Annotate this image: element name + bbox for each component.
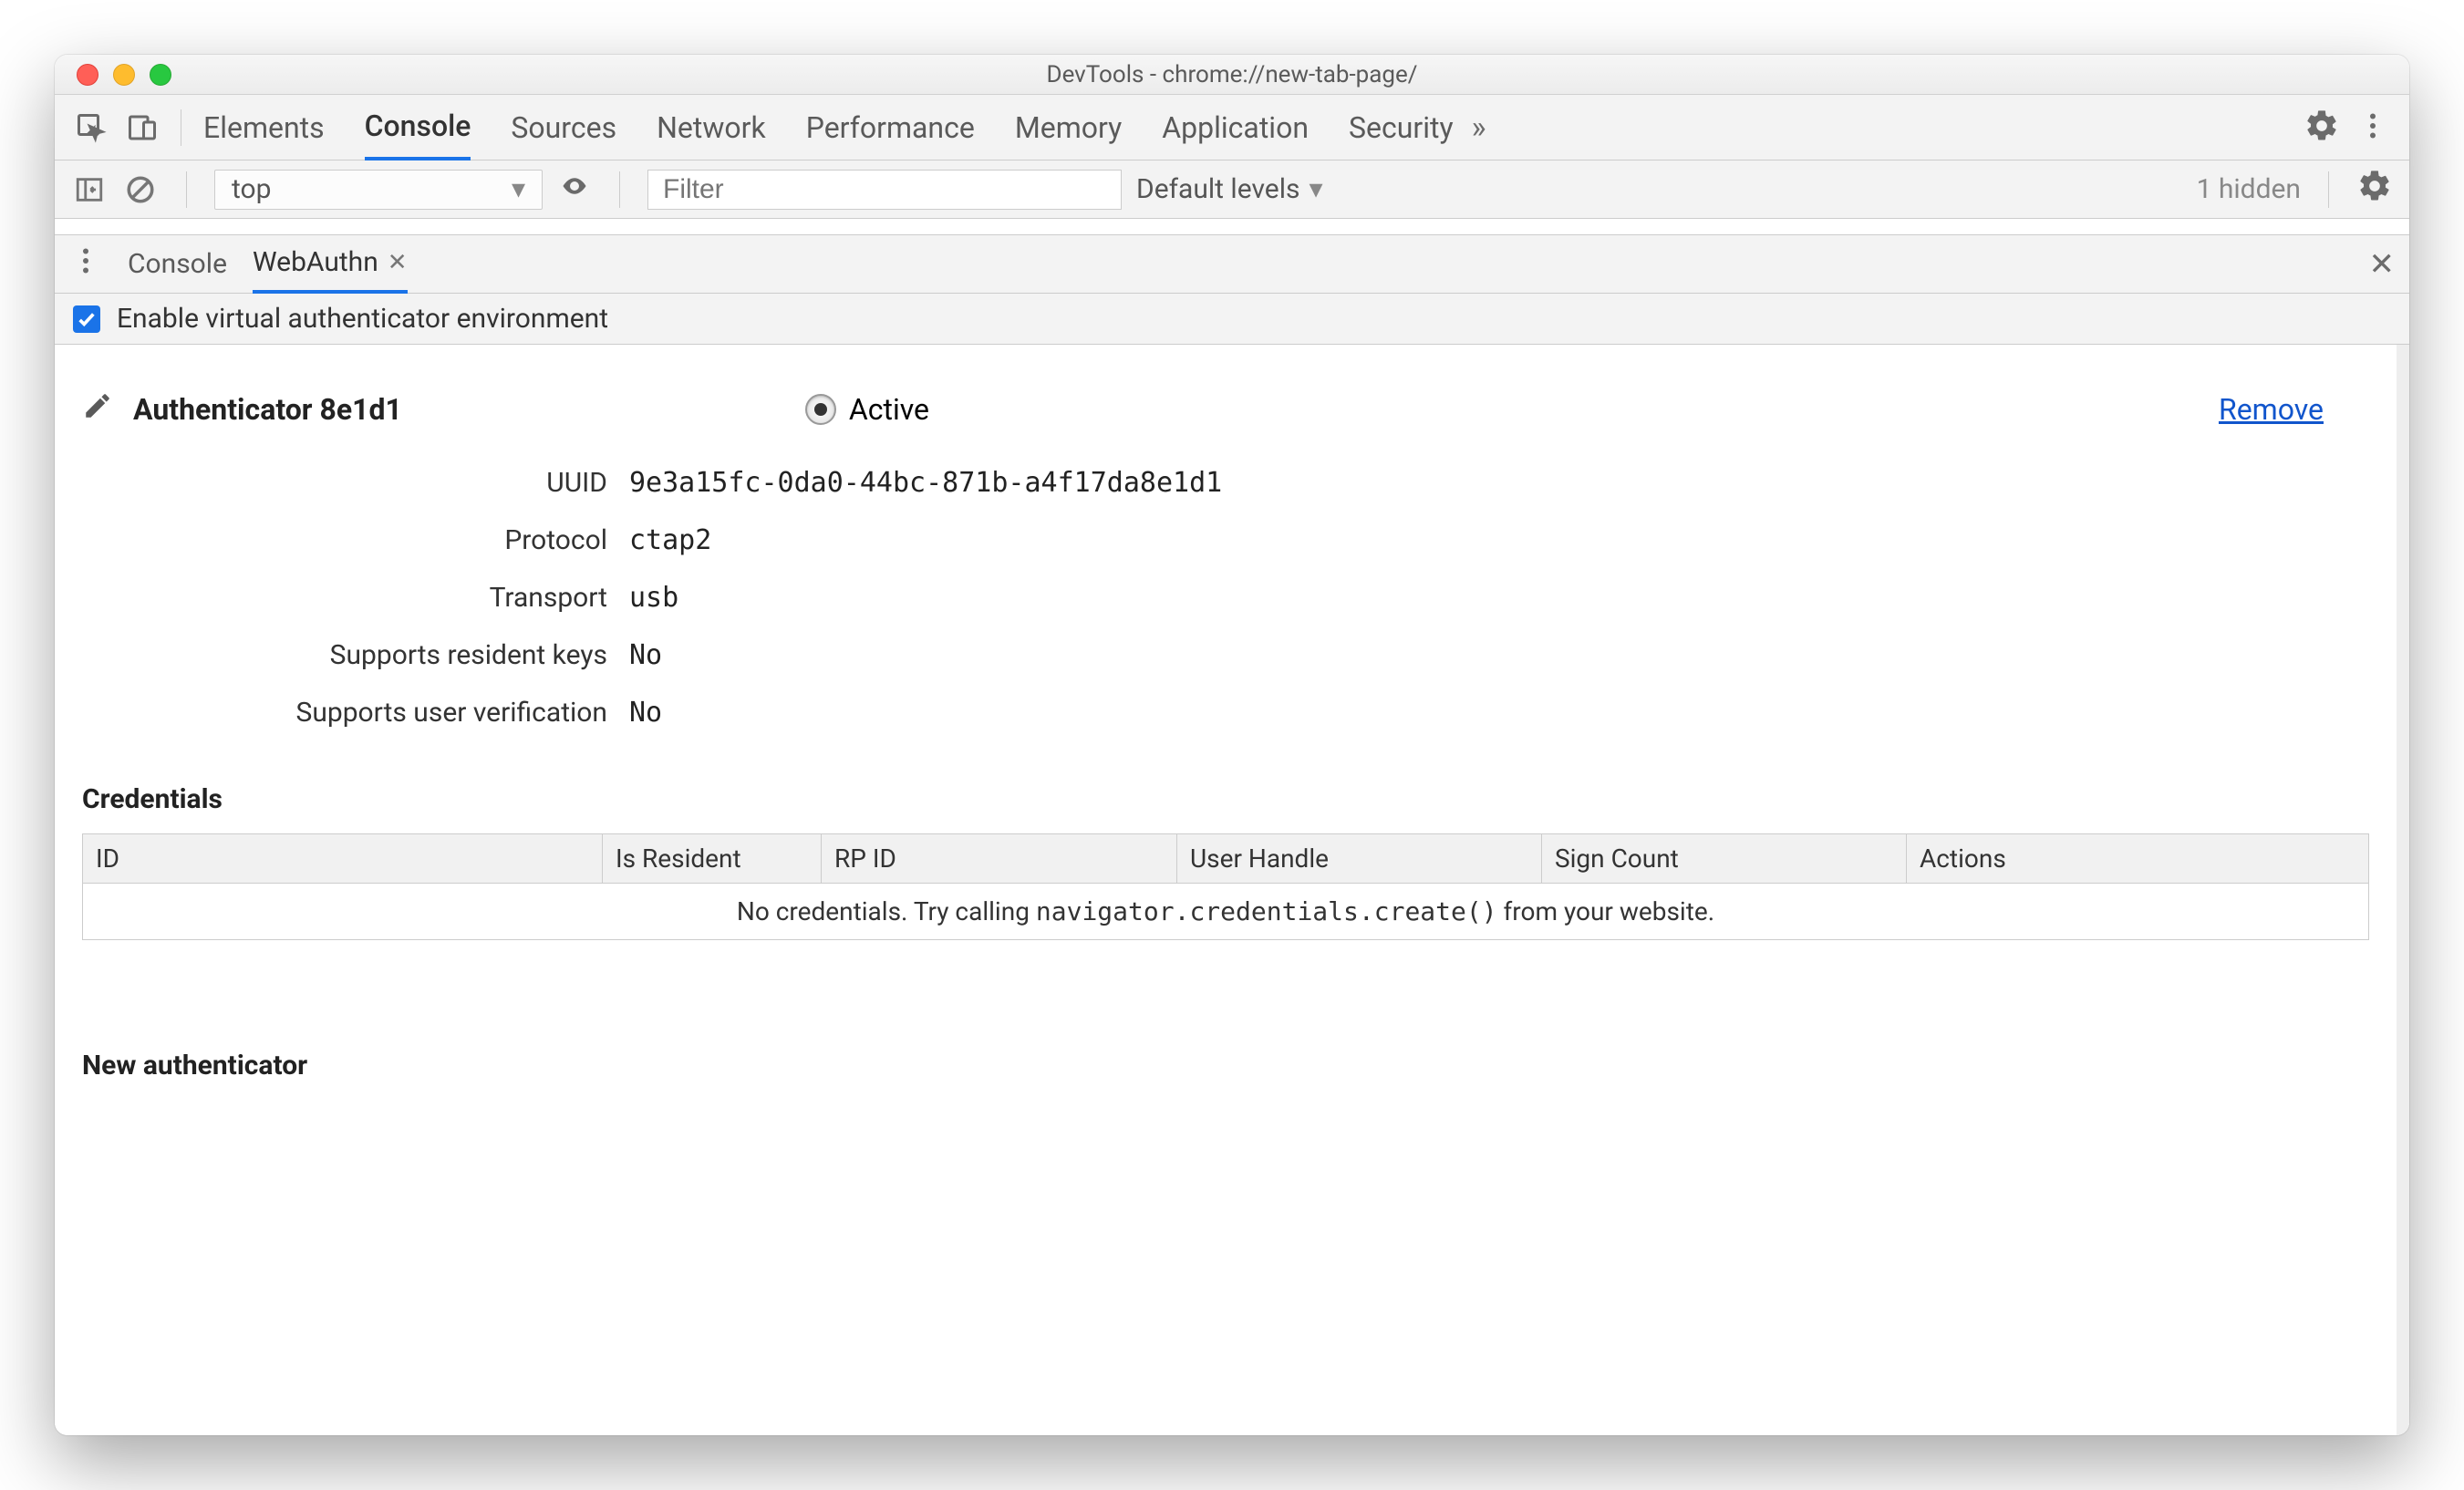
divider bbox=[619, 171, 620, 208]
filter-input[interactable] bbox=[647, 170, 1122, 210]
col-id[interactable]: ID bbox=[83, 834, 603, 884]
prop-value-uuid: 9e3a15fc-0da0-44bc-871b-a4f17da8e1d1 bbox=[629, 467, 2369, 499]
active-label: Active bbox=[849, 392, 929, 427]
close-tab-icon[interactable]: ✕ bbox=[388, 249, 408, 276]
tab-performance[interactable]: Performance bbox=[806, 95, 975, 160]
context-selector[interactable]: top ▾ bbox=[214, 170, 543, 210]
remove-authenticator-link[interactable]: Remove bbox=[2219, 392, 2324, 427]
drawer-tab-label: Console bbox=[128, 248, 227, 280]
log-levels-selector[interactable]: Default levels ▾ bbox=[1136, 173, 1323, 205]
drawer-tab-label: WebAuthn bbox=[253, 246, 378, 278]
devtools-window: DevTools - chrome://new-tab-page/ Elemen… bbox=[55, 55, 2409, 1435]
main-tabstrip: Elements Console Sources Network Perform… bbox=[55, 95, 2409, 160]
authenticator-name: Authenticator 8e1d1 bbox=[133, 392, 402, 427]
drawer-tab-console[interactable]: Console bbox=[128, 235, 227, 294]
tab-network[interactable]: Network bbox=[657, 95, 766, 160]
enable-virtual-auth-checkbox[interactable] bbox=[73, 305, 100, 333]
console-toolbar: top ▾ Default levels ▾ 1 hidden bbox=[55, 160, 2409, 219]
panel-gap bbox=[55, 219, 2409, 235]
drawer-menu-icon[interactable] bbox=[69, 244, 102, 285]
prop-label-transport: Transport bbox=[82, 582, 629, 614]
log-levels-label: Default levels bbox=[1136, 173, 1299, 205]
col-rpid[interactable]: RP ID bbox=[822, 834, 1177, 884]
window-controls bbox=[55, 64, 171, 86]
settings-icon[interactable] bbox=[2304, 108, 2340, 148]
active-radio[interactable] bbox=[805, 394, 836, 425]
live-expression-icon[interactable] bbox=[557, 172, 592, 207]
minimize-window-button[interactable] bbox=[113, 64, 135, 86]
prop-value-userver: No bbox=[629, 697, 2369, 729]
tab-sources[interactable]: Sources bbox=[511, 95, 616, 160]
edit-name-icon[interactable] bbox=[82, 390, 113, 429]
hidden-messages-count[interactable]: 1 hidden bbox=[2197, 173, 2301, 205]
prop-value-resident: No bbox=[629, 639, 2369, 671]
more-options-icon[interactable] bbox=[2356, 109, 2389, 146]
prop-label-protocol: Protocol bbox=[82, 524, 629, 556]
zoom-window-button[interactable] bbox=[150, 64, 171, 86]
authenticator-properties: UUID 9e3a15fc-0da0-44bc-871b-a4f17da8e1d… bbox=[82, 467, 2369, 729]
col-resident[interactable]: Is Resident bbox=[603, 834, 822, 884]
tab-elements[interactable]: Elements bbox=[203, 95, 325, 160]
prop-value-transport: usb bbox=[629, 582, 2369, 614]
credentials-table: ID Is Resident RP ID User Handle Sign Co… bbox=[82, 833, 2369, 940]
new-authenticator-heading: New authenticator bbox=[82, 1050, 2369, 1081]
enable-virtual-auth-label: Enable virtual authenticator environment bbox=[117, 303, 608, 335]
tab-memory[interactable]: Memory bbox=[1015, 95, 1122, 160]
console-settings-icon[interactable] bbox=[2356, 168, 2393, 212]
clear-console-icon[interactable] bbox=[122, 171, 159, 208]
chevron-down-icon: ▾ bbox=[1309, 173, 1322, 205]
authenticator-header: Authenticator 8e1d1 Active Remove bbox=[82, 390, 2369, 429]
console-sidebar-toggle-icon[interactable] bbox=[71, 171, 108, 208]
divider bbox=[186, 171, 187, 208]
prop-label-uuid: UUID bbox=[82, 467, 629, 499]
tab-console[interactable]: Console bbox=[365, 95, 471, 160]
drawer-tabstrip: Console WebAuthn ✕ ✕ bbox=[55, 235, 2409, 294]
empty-credentials-message: No credentials. Try calling navigator.cr… bbox=[83, 884, 2369, 940]
table-header-row: ID Is Resident RP ID User Handle Sign Co… bbox=[83, 834, 2369, 884]
window-title: DevTools - chrome://new-tab-page/ bbox=[55, 61, 2409, 88]
credentials-heading: Credentials bbox=[82, 783, 2369, 815]
prop-label-resident: Supports resident keys bbox=[82, 639, 629, 671]
drawer-tab-webauthn[interactable]: WebAuthn ✕ bbox=[253, 235, 408, 294]
inspect-element-icon[interactable] bbox=[66, 102, 117, 153]
table-empty-row: No credentials. Try calling navigator.cr… bbox=[83, 884, 2369, 940]
device-toolbar-icon[interactable] bbox=[117, 102, 168, 153]
col-signcount[interactable]: Sign Count bbox=[1542, 834, 1907, 884]
prop-value-protocol: ctap2 bbox=[629, 524, 2369, 556]
chevron-down-icon: ▾ bbox=[512, 173, 525, 205]
prop-label-userver: Supports user verification bbox=[82, 697, 629, 729]
close-drawer-icon[interactable]: ✕ bbox=[2369, 246, 2396, 283]
enable-virtual-auth-row: Enable virtual authenticator environment bbox=[55, 294, 2409, 345]
col-userhandle[interactable]: User Handle bbox=[1177, 834, 1542, 884]
webauthn-panel: Authenticator 8e1d1 Active Remove UUID 9… bbox=[55, 345, 2409, 1435]
tab-security[interactable]: Security bbox=[1349, 95, 1454, 160]
more-tabs-button[interactable]: » bbox=[1472, 109, 1486, 146]
col-actions[interactable]: Actions bbox=[1907, 834, 2369, 884]
context-value: top bbox=[232, 173, 271, 205]
tab-application[interactable]: Application bbox=[1162, 95, 1309, 160]
divider bbox=[2328, 171, 2329, 208]
close-window-button[interactable] bbox=[77, 64, 98, 86]
titlebar: DevTools - chrome://new-tab-page/ bbox=[55, 55, 2409, 95]
